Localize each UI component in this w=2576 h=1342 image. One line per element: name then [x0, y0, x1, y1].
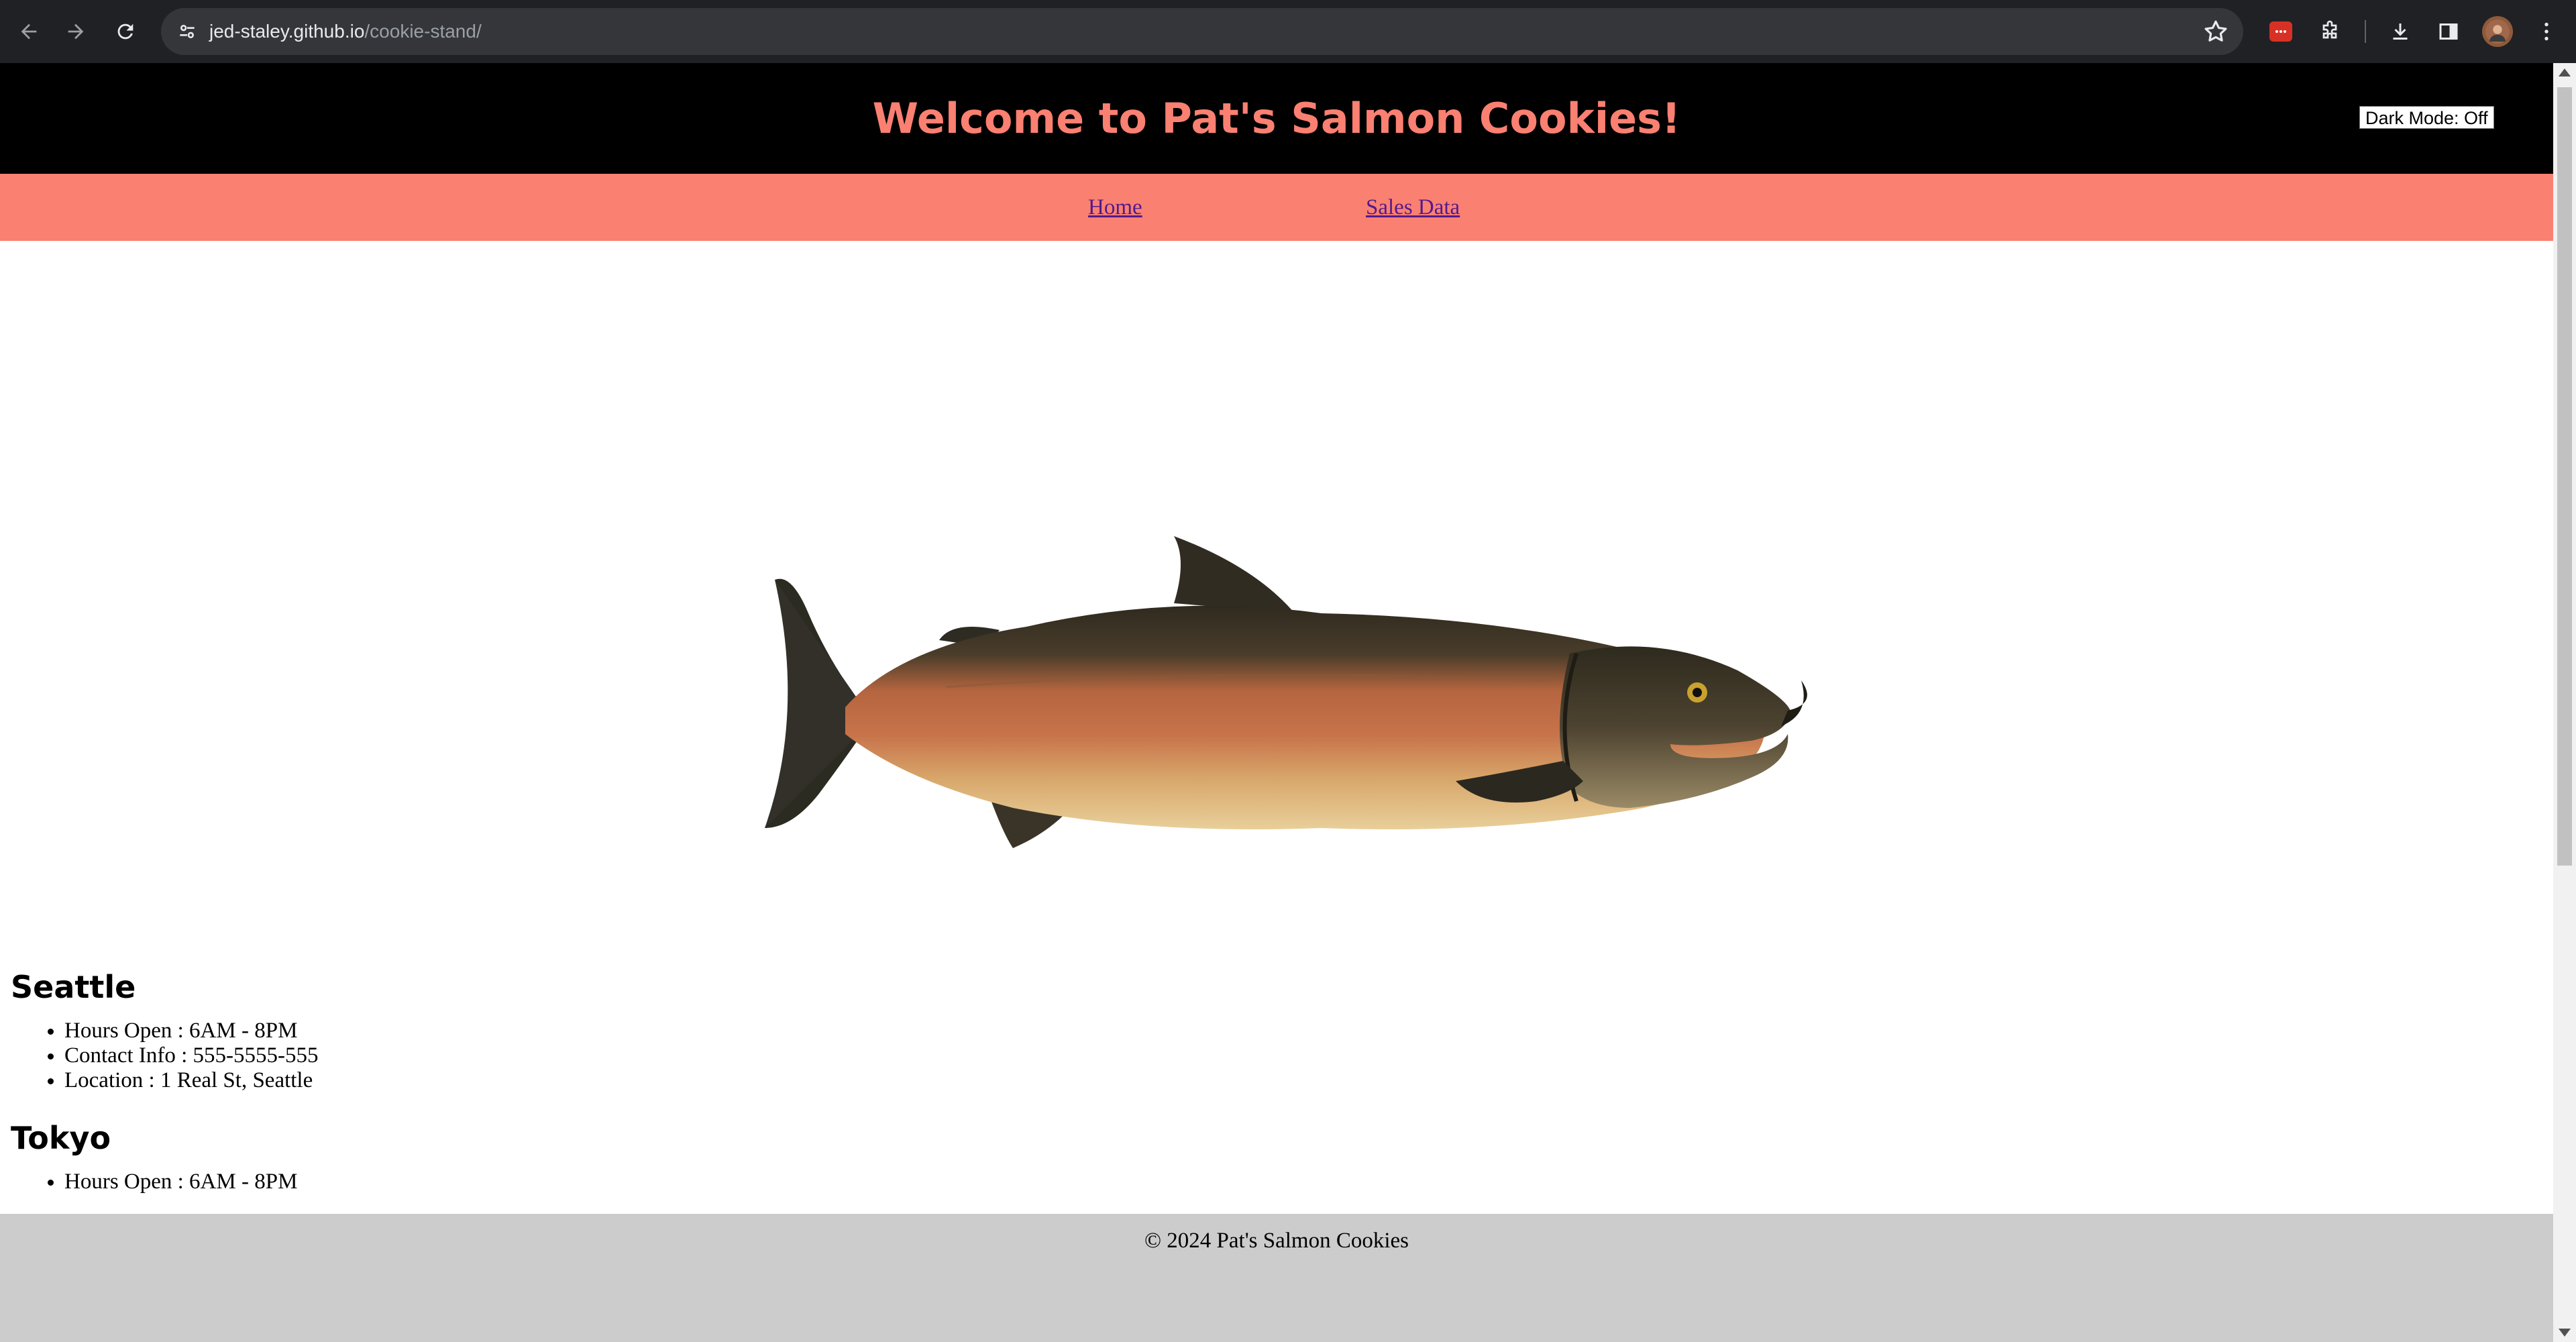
scroll-up-icon[interactable] [2559, 68, 2571, 76]
store-card-seattle: Seattle Hours Open : 6AM - 8PM Contact I… [11, 969, 1218, 1093]
extensions-button[interactable] [2314, 16, 2345, 47]
download-icon [2393, 23, 2408, 40]
store-name: Tokyo [11, 1120, 111, 1156]
site-settings-button[interactable] [172, 16, 203, 47]
url-text[interactable]: jed-staley.github.io/cookie-stand/ [209, 8, 482, 55]
site-nav: Home Sales Data [0, 174, 2553, 241]
store-location: Location : 1 Real St, Seattle [64, 1068, 1218, 1093]
avatar-icon [2485, 19, 2510, 44]
bookmark-star-icon[interactable] [2202, 17, 2230, 46]
side-panel-button[interactable] [2433, 16, 2464, 47]
reload-icon [117, 23, 133, 40]
store-name: Seattle [11, 969, 136, 1005]
url-path: /cookie-stand/ [364, 21, 482, 42]
store-card-tokyo: Tokyo Hours Open : 6AM - 8PM [11, 1120, 1218, 1194]
address-bar[interactable]: jed-staley.github.io/cookie-stand/ [161, 8, 2243, 55]
scroll-down-icon[interactable] [2559, 1329, 2571, 1337]
profile-avatar[interactable] [2482, 16, 2513, 47]
forward-button[interactable] [58, 13, 94, 50]
puzzle-icon [2322, 20, 2337, 39]
store-details: Hours Open : 6AM - 8PM Contact Info : 55… [11, 1019, 1218, 1093]
tune-icon [180, 25, 195, 38]
toolbar-divider [2365, 20, 2366, 43]
page-viewport: Welcome to Pat's Salmon Cookies! Dark Mo… [0, 63, 2553, 1342]
dots-icon [2275, 30, 2286, 33]
page-scrollbar[interactable] [2553, 63, 2576, 1342]
salmon-hero-image [765, 536, 1807, 848]
password-extension-icon[interactable] [2269, 21, 2292, 42]
store-hours: Hours Open : 6AM - 8PM [64, 1019, 1218, 1043]
nav-link-home[interactable]: Home [1088, 174, 1142, 241]
store-list: Seattle Hours Open : 6AM - 8PM Contact I… [11, 969, 1218, 1194]
url-host: jed-staley.github.io [209, 21, 365, 42]
store-hours: Hours Open : 6AM - 8PM [64, 1170, 1218, 1194]
page-title: Welcome to Pat's Salmon Cookies! [872, 94, 1681, 143]
kebab-menu-icon [2544, 22, 2548, 41]
copyright-text: © 2024 Pat's Salmon Cookies [1144, 1229, 1409, 1253]
arrow-right-icon [68, 23, 84, 40]
store-details: Hours Open : 6AM - 8PM [11, 1170, 1218, 1194]
reload-button[interactable] [107, 13, 144, 50]
arrow-left-icon [21, 23, 37, 40]
back-button[interactable] [11, 13, 47, 50]
site-header: Welcome to Pat's Salmon Cookies! Dark Mo… [0, 63, 2553, 174]
side-panel-icon [2439, 23, 2458, 40]
browser-toolbar: jed-staley.github.io/cookie-stand/ [0, 0, 2576, 63]
dark-mode-toggle[interactable]: Dark Mode: Off [2359, 106, 2494, 129]
nav-link-sales-data[interactable]: Sales Data [1366, 174, 1460, 241]
browser-menu-button[interactable] [2531, 16, 2562, 47]
site-footer: © 2024 Pat's Salmon Cookies [0, 1214, 2553, 1342]
scroll-thumb[interactable] [2557, 87, 2572, 866]
store-contact: Contact Info : 555-5555-555 [64, 1043, 1218, 1068]
downloads-button[interactable] [2385, 16, 2416, 47]
